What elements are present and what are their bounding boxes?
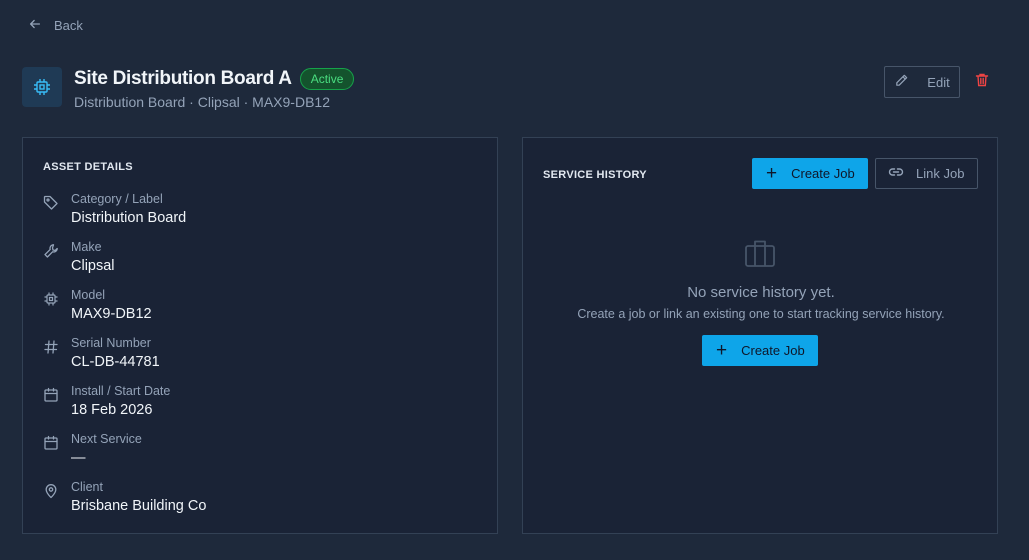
create-job-button[interactable]: + Create Job [752, 158, 868, 189]
asset-details-heading: ASSET DETAILS [43, 161, 133, 173]
detail-value: — [71, 450, 86, 466]
chip-icon [22, 67, 62, 107]
calendar-icon [43, 435, 59, 451]
empty-state-subtitle: Create a job or link an existing one to … [577, 307, 945, 321]
detail-value: CL-DB-44781 [71, 354, 160, 370]
detail-label: Serial Number [71, 336, 151, 350]
detail-value: Brisbane Building Co [71, 498, 207, 514]
pencil-icon [894, 73, 909, 91]
detail-make: Make Clipsal [43, 239, 115, 276]
empty-create-job-button[interactable]: + Create Job [702, 335, 818, 366]
plus-icon: + [766, 163, 778, 184]
detail-label: Make [71, 240, 102, 254]
status-badge: Active [299, 68, 355, 90]
calendar-icon [43, 387, 59, 403]
back-label: Back [54, 18, 83, 33]
detail-install-date: Install / Start Date 18 Feb 2026 [43, 383, 170, 420]
detail-next-service: Next Service — [43, 431, 142, 468]
detail-value: 18 Feb 2026 [71, 402, 153, 418]
create-job-label: Create Job [741, 343, 805, 358]
edit-button[interactable]: Edit [884, 66, 960, 98]
detail-label: Install / Start Date [71, 384, 171, 398]
arrow-left-icon [28, 17, 42, 34]
detail-label: Model [71, 288, 106, 302]
detail-label: Client [71, 480, 103, 494]
detail-serial: Serial Number CL-DB-44781 [43, 335, 160, 372]
hash-icon [43, 339, 59, 355]
service-history-heading: SERVICE HISTORY [543, 169, 647, 181]
asset-subtitle: Distribution Board · Clipsal · MAX9-DB12 [74, 94, 330, 110]
asset-header: Site Distribution Board A Active Distrib… [22, 67, 355, 110]
page-title: Site Distribution Board A [74, 68, 292, 89]
link-job-label: Link Job [916, 166, 965, 181]
map-pin-icon [43, 483, 59, 499]
plus-icon: + [716, 340, 728, 361]
wrench-icon [43, 243, 59, 259]
delete-button[interactable] [972, 73, 992, 91]
asset-details-panel: ASSET DETAILS Category / Label Distribut… [22, 137, 498, 534]
detail-value: Clipsal [71, 258, 115, 274]
trash-icon [974, 72, 990, 93]
detail-value: MAX9-DB12 [71, 306, 152, 322]
detail-client: Client Brisbane Building Co [43, 479, 206, 516]
back-link[interactable]: Back [28, 17, 83, 34]
create-job-label: Create Job [791, 166, 855, 181]
empty-state-title: No service history yet. [687, 284, 835, 301]
detail-value: Distribution Board [71, 210, 187, 226]
link-icon [888, 164, 904, 183]
detail-label: Category / Label [71, 192, 163, 206]
detail-model: Model MAX9-DB12 [43, 287, 152, 324]
chip-icon [43, 291, 59, 307]
service-history-panel: SERVICE HISTORY + Create Job Link Job No… [522, 137, 998, 534]
detail-category: Category / Label Distribution Board [43, 191, 186, 228]
link-job-button[interactable]: Link Job [875, 158, 978, 189]
edit-label: Edit [927, 74, 950, 90]
tag-icon [43, 195, 59, 211]
detail-label: Next Service [71, 432, 142, 446]
briefcase-icon [744, 238, 776, 268]
